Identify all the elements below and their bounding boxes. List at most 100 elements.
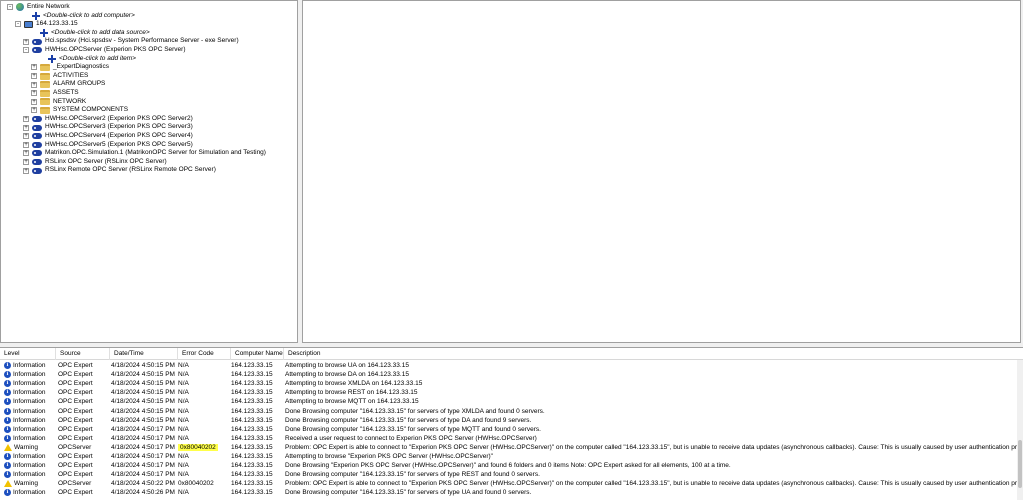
log-computer: 164.123.33.15 <box>231 371 273 379</box>
expand-toggle-icon[interactable]: + <box>23 141 29 148</box>
log-description: Received a user request to connect to Ex… <box>285 434 537 442</box>
log-row[interactable]: i Information OPC Expert 4/18/2024 4:50:15 … <box>0 361 1023 370</box>
tree-node[interactable]: + HWHsc.OPCServer4 (Experion PKS OPC Serv… <box>23 132 193 141</box>
log-level-text: Information <box>13 407 46 415</box>
log-description: Attempting to browse REST on 164.123.33.… <box>285 389 418 397</box>
log-error-code: N/A <box>178 489 189 497</box>
tree-node[interactable]: - HWHsc.OPCServer (Experion PKS OPC Serve… <box>23 46 186 55</box>
col-error-code[interactable]: Error Code <box>178 348 231 360</box>
tree-node-label: SYSTEM COMPONENTS <box>53 106 129 114</box>
expand-toggle-icon[interactable]: + <box>31 64 37 71</box>
expand-toggle-icon[interactable]: + <box>23 159 29 166</box>
log-level: i Information <box>4 416 56 425</box>
info-icon: i <box>4 389 11 397</box>
info-icon: i <box>4 425 11 433</box>
log-row[interactable]: i Information OPC Expert 4/18/2024 4:50:17 … <box>0 425 1023 434</box>
log-source: OPC Expert <box>58 362 93 369</box>
tree-node[interactable]: <Double-click to add data source> <box>31 29 150 38</box>
tree-node[interactable]: + ASSETS <box>31 89 79 98</box>
col-description[interactable]: Description <box>284 348 1023 360</box>
tree-node[interactable]: + Matrikon.OPC.Simulation.1 (MatrikonOPC … <box>23 149 266 158</box>
log-computer: 164.123.33.15 <box>231 362 273 369</box>
tree-node[interactable]: <Double-click to add computer> <box>23 12 135 21</box>
tree-node[interactable]: + RSLinx OPC Server (RSLinx OPC Server) <box>23 158 167 167</box>
expand-toggle-icon[interactable]: + <box>31 73 37 80</box>
add-icon <box>32 11 40 20</box>
expand-toggle-icon[interactable]: + <box>31 107 37 114</box>
tree-node[interactable]: - 164.123.33.15 <box>15 20 78 29</box>
expand-toggle-icon[interactable]: + <box>23 150 29 157</box>
log-scrollbar-thumb[interactable] <box>1018 440 1022 488</box>
log-source: OPC Expert <box>58 398 93 406</box>
log-computer: 164.123.33.15 <box>231 471 273 479</box>
expand-toggle-icon[interactable]: + <box>23 133 29 140</box>
tree-node-label: <Double-click to add computer> <box>43 11 135 19</box>
tree-node[interactable]: + HWHsc.OPCServer3 (Experion PKS OPC Serv… <box>23 123 193 132</box>
tree-node[interactable]: + HWHsc.OPCServer5 (Experion PKS OPC Serv… <box>23 141 193 150</box>
col-source[interactable]: Source <box>56 348 110 360</box>
log-row[interactable]: i Information OPC Expert 4/18/2024 4:50:17 … <box>0 461 1023 470</box>
expand-toggle-icon[interactable]: + <box>23 124 29 131</box>
log-row[interactable]: i Information OPC Expert 4/18/2024 4:50:15 … <box>0 407 1023 416</box>
expand-toggle-icon[interactable]: + <box>23 167 29 174</box>
warning-icon <box>4 480 12 488</box>
log-row[interactable]: Warning OPCServer 4/18/2024 4:50:22 PM 0x80… <box>0 479 1023 488</box>
log-row[interactable]: i Information OPC Expert 4/18/2024 4:50:15 … <box>0 379 1023 388</box>
log-datetime: 4/18/2024 4:50:17 PM <box>111 471 175 479</box>
log-row[interactable]: i Information OPC Expert 4/18/2024 4:50:15 … <box>0 416 1023 425</box>
globe-icon <box>16 3 24 12</box>
log-description: Done Browsing computer "164.123.33.15" f… <box>285 425 541 433</box>
log-row[interactable]: i Information OPC Expert 4/18/2024 4:50:17 … <box>0 470 1023 479</box>
log-row[interactable]: i Information OPC Expert 4/18/2024 4:50:15 … <box>0 397 1023 406</box>
tree-node-label: HWHsc.OPCServer3 (Experion PKS OPC Serve… <box>45 123 193 131</box>
tree-node[interactable]: + SYSTEM COMPONENTS <box>31 106 128 115</box>
tree-node-label: HWHsc.OPCServer2 (Experion PKS OPC Serve… <box>45 114 193 122</box>
log-scrollbar[interactable] <box>1017 360 1023 500</box>
server-icon <box>32 133 42 140</box>
log-error-code: N/A <box>178 462 189 470</box>
tree-node[interactable]: - Entire Network <box>7 3 70 12</box>
folder-icon <box>40 72 50 80</box>
log-row[interactable]: i Information OPC Expert 4/18/2024 4:50:17 … <box>0 434 1023 443</box>
add-icon <box>48 54 56 63</box>
info-icon: i <box>4 453 11 461</box>
detail-pane[interactable] <box>302 0 1021 343</box>
log-computer: 164.123.33.15 <box>231 389 273 397</box>
tree-node[interactable]: + NETWORK <box>31 98 86 107</box>
expand-toggle-icon[interactable]: + <box>23 116 29 123</box>
log-row[interactable]: i Information OPC Expert 4/18/2024 4:50:15 … <box>0 388 1023 397</box>
expand-toggle-icon[interactable]: + <box>31 98 37 105</box>
log-row[interactable]: i Information OPC Expert 4/18/2024 4:50:15 … <box>0 370 1023 379</box>
log-level-text: Information <box>13 425 46 433</box>
log-datetime: 4/18/2024 4:50:15 PM <box>111 362 175 369</box>
col-computer-name[interactable]: Computer Name <box>231 348 284 360</box>
tree-node[interactable]: + ALARM GROUPS <box>31 80 105 89</box>
log-row[interactable]: i Information OPC Expert 4/18/2024 4:50:17 … <box>0 452 1023 461</box>
col-datetime[interactable]: Date/Time <box>110 348 178 360</box>
event-log[interactable]: Level Source Date/Time Error Code Comput… <box>0 347 1023 500</box>
log-error-code: N/A <box>178 453 189 460</box>
tree-node-label: HWHsc.OPCServer (Experion PKS OPC Server… <box>45 46 186 53</box>
col-level[interactable]: Level <box>0 348 56 360</box>
tree-node[interactable]: <Double-click to add item> <box>39 55 136 64</box>
collapse-toggle-icon[interactable]: - <box>15 21 21 28</box>
expand-toggle-icon[interactable]: + <box>31 81 37 88</box>
log-row[interactable]: Warning OPCServer 4/18/2024 4:50:17 PM 0x80… <box>0 443 1023 452</box>
info-icon: i <box>4 416 11 424</box>
tree-node[interactable]: + HWHsc.OPCServer2 (Experion PKS OPC Serv… <box>23 115 193 124</box>
collapse-toggle-icon[interactable]: - <box>23 47 29 54</box>
tree-node[interactable]: + Hci.spsdsv (Hci.spsdsv - System Perform… <box>23 37 239 46</box>
tree-node[interactable]: + RSLinx Remote OPC Server (RSLinx Remote… <box>23 166 216 175</box>
log-error-code: 0x80040202 <box>178 480 214 488</box>
collapse-toggle-icon[interactable]: - <box>7 4 13 11</box>
tree-node-label: Hci.spsdsv (Hci.spsdsv - System Performa… <box>45 37 239 45</box>
log-computer: 164.123.33.15 <box>231 462 273 470</box>
tree-node[interactable]: + _ExpertDiagnostics <box>31 63 109 72</box>
expand-toggle-icon[interactable]: + <box>23 38 29 45</box>
expand-toggle-icon[interactable]: + <box>31 90 37 97</box>
log-computer: 164.123.33.15 <box>231 407 273 415</box>
log-level: i Information <box>4 407 56 416</box>
log-row[interactable]: i Information OPC Expert 4/18/2024 4:50:26 … <box>0 488 1023 497</box>
tree-node[interactable]: + ACTIVITIES <box>31 72 88 81</box>
tree-pane[interactable]: - Entire Network <Double-click to add comp… <box>0 0 298 343</box>
